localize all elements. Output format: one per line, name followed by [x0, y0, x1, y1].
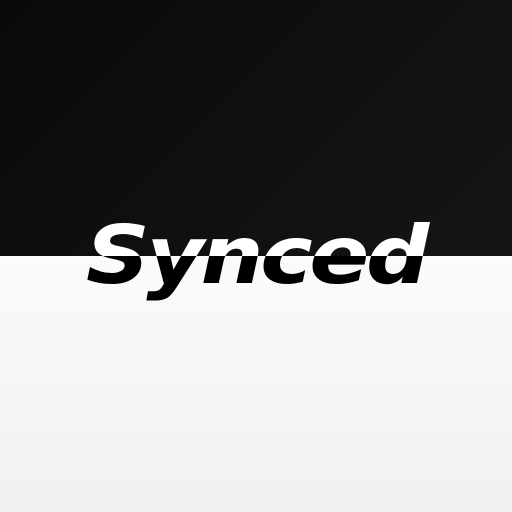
synced-logo-wordmark: Synced Synced	[86, 209, 433, 302]
synced-app-icon: Synced Synced	[0, 0, 512, 512]
